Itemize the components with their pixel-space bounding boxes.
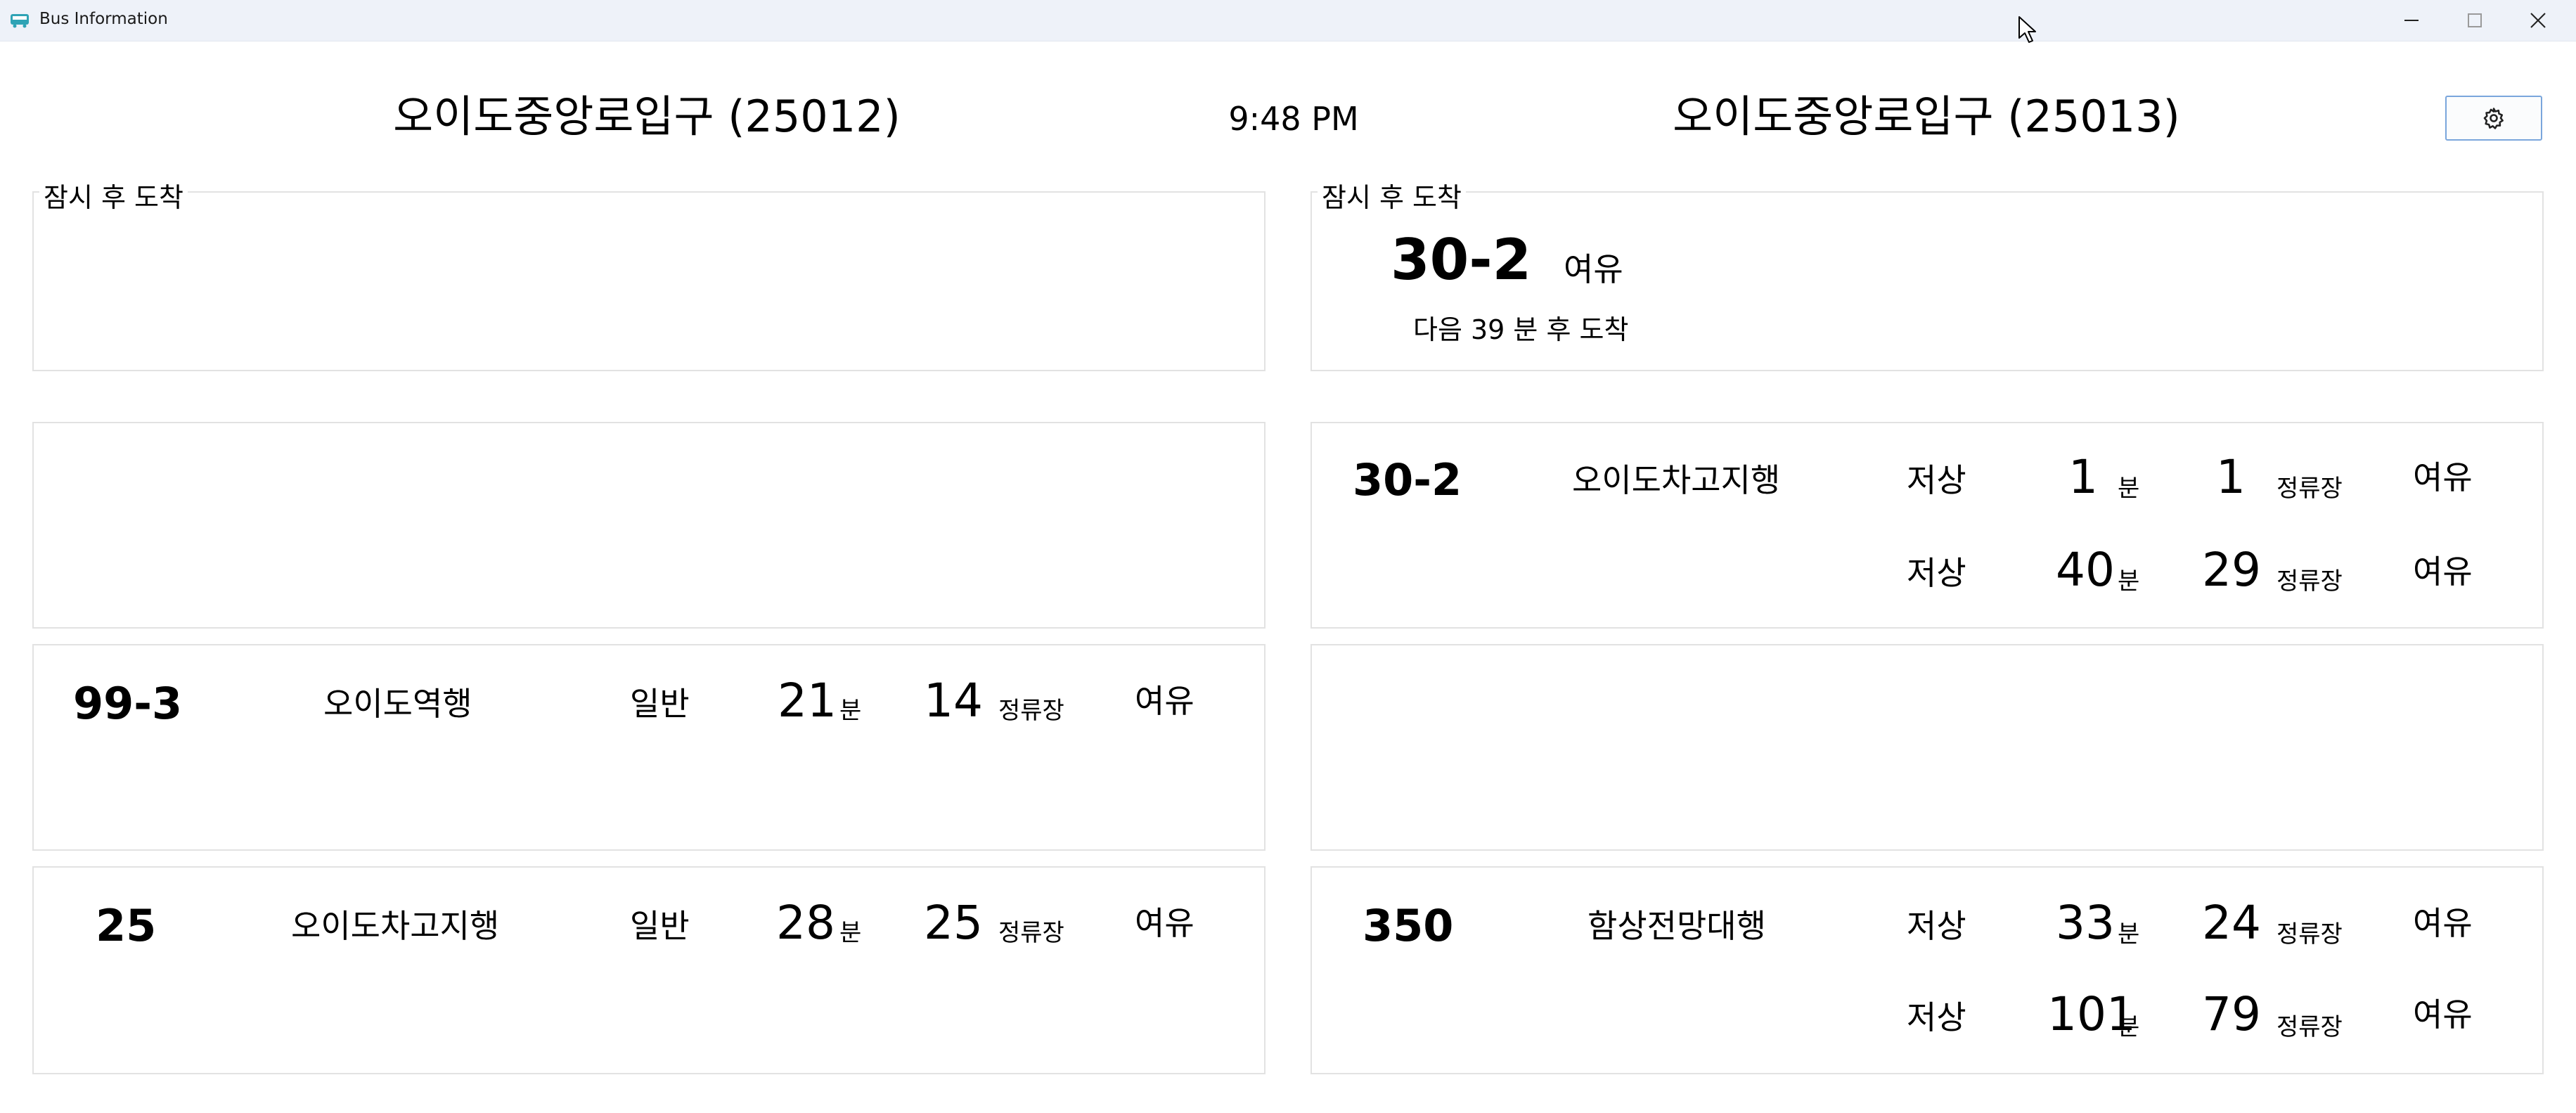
stops-remaining: 79 — [2202, 987, 2261, 1041]
stops-remaining: 25 — [924, 896, 983, 950]
left-route-panel-99-3: 99-3 오이도역행 일반 21 분 14 정류장 여유 — [32, 644, 1266, 851]
minutes-unit: 분 — [2118, 567, 2140, 596]
minutes-unit: 분 — [2118, 1013, 2140, 1041]
crowding-status: 여유 — [2413, 996, 2473, 1034]
settings-button[interactable] — [2445, 96, 2542, 141]
close-icon — [2530, 13, 2546, 28]
left-route-panel-25: 25 오이도차고지행 일반 28 분 25 정류장 여유 — [32, 866, 1266, 1074]
clock: 9:48 PM — [1228, 100, 1359, 138]
left-stop-title: 오이도중앙로입구 (25012) — [393, 91, 901, 142]
stops-remaining: 1 — [2216, 450, 2246, 504]
right-soon-panel: 30-2 여유 다음 39 분 후 도착 — [1310, 191, 2544, 371]
bus-type: 저상 — [1907, 461, 1966, 499]
route-number: 99-3 — [73, 678, 183, 729]
right-empty-panel — [1310, 644, 2544, 851]
stops-remaining: 29 — [2202, 543, 2261, 597]
bus-icon — [11, 14, 29, 28]
crowding-status: 여유 — [1135, 682, 1194, 720]
minutes-unit: 분 — [2118, 920, 2140, 948]
stops-unit: 정류장 — [2276, 567, 2343, 596]
stops-unit: 정류장 — [2276, 475, 2343, 503]
route-destination: 오이도차고지행 — [291, 907, 500, 945]
stops-unit: 정류장 — [998, 697, 1064, 725]
stops-unit: 정류장 — [998, 919, 1064, 947]
title-bar: Bus Information — [0, 0, 2576, 41]
minutes-unit: 분 — [839, 919, 862, 947]
route-number: 350 — [1363, 900, 1454, 951]
bus-type: 일반 — [630, 685, 690, 723]
stops-unit: 정류장 — [2276, 920, 2343, 948]
right-soon-label: 잠시 후 도착 — [1318, 176, 1466, 214]
route-destination: 오이도차고지행 — [1572, 461, 1781, 499]
left-soon-panel — [32, 191, 1266, 371]
minimize-icon — [2404, 20, 2419, 21]
bus-type: 저상 — [1907, 907, 1966, 945]
crowding-status: 여유 — [2413, 904, 2473, 942]
close-button[interactable] — [2500, 0, 2576, 41]
left-soon-label: 잠시 후 도착 — [39, 176, 188, 214]
soon-next-arrival: 다음 39 분 후 도착 — [1413, 314, 1629, 345]
window-title: Bus Information — [39, 10, 168, 28]
minutes-unit: 분 — [839, 697, 862, 725]
left-empty-panel — [32, 422, 1266, 629]
bus-type: 일반 — [630, 907, 690, 945]
crowding-status: 여유 — [1135, 904, 1194, 942]
arrival-minutes: 1 — [2068, 450, 2098, 504]
arrival-minutes: 40 — [2056, 543, 2115, 597]
soon-route-number: 30-2 — [1391, 227, 1532, 292]
route-number: 30-2 — [1353, 454, 1462, 506]
soon-crowding-status: 여유 — [1564, 250, 1623, 288]
arrival-minutes: 33 — [2056, 896, 2115, 950]
gear-icon — [2483, 108, 2504, 129]
right-route-panel-350: 350 함상전망대행 저상 33 분 24 정류장 여유 저상 101 분 79… — [1310, 866, 2544, 1074]
maximize-icon — [2468, 13, 2482, 27]
bus-type: 저상 — [1907, 554, 1966, 592]
crowding-status: 여유 — [2413, 458, 2473, 496]
stops-unit: 정류장 — [2276, 1013, 2343, 1041]
right-route-panel-30-2: 30-2 오이도차고지행 저상 1 분 1 정류장 여유 저상 40 분 29 … — [1310, 422, 2544, 629]
mouse-cursor-icon — [2018, 16, 2036, 43]
stops-remaining: 14 — [924, 674, 983, 728]
stops-remaining: 24 — [2202, 896, 2261, 950]
arrival-minutes: 21 — [778, 674, 837, 728]
route-destination: 함상전망대행 — [1588, 907, 1766, 945]
crowding-status: 여유 — [2413, 553, 2473, 591]
right-stop-title: 오이도중앙로입구 (25013) — [1673, 91, 2180, 142]
route-destination: 오이도역행 — [323, 685, 472, 723]
minutes-unit: 분 — [2118, 475, 2140, 503]
arrival-minutes: 28 — [776, 896, 835, 950]
bus-type: 저상 — [1907, 998, 1966, 1036]
route-number: 25 — [96, 900, 157, 951]
